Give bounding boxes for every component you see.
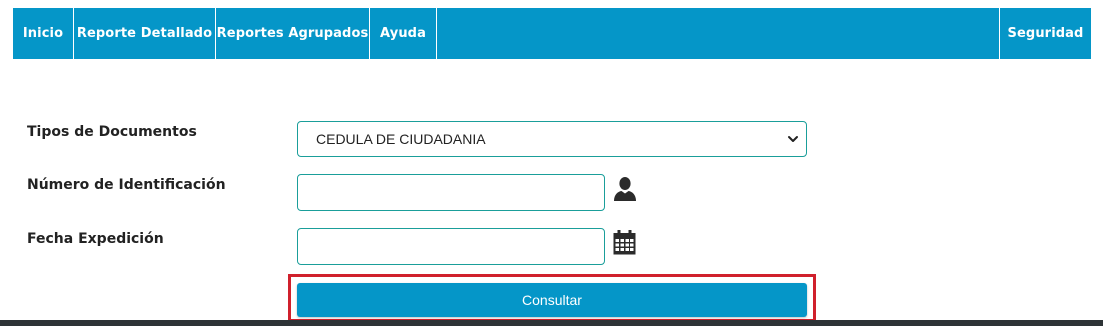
doc-type-selected-value: CEDULA DE CIUDADANIA: [316, 131, 486, 147]
nav-item-inicio[interactable]: Inicio: [13, 8, 74, 59]
main-navbar: Inicio Reporte Detallado Reportes Agrupa…: [13, 8, 1091, 59]
chevron-down-icon: [788, 136, 798, 142]
nav-item-seguridad[interactable]: Seguridad: [1000, 8, 1091, 59]
doc-type-select[interactable]: CEDULA DE CIUDADANIA: [297, 121, 807, 157]
id-number-label: Número de Identificación: [27, 177, 226, 193]
nav-item-reportes-agrupados[interactable]: Reportes Agrupados: [216, 8, 370, 59]
doc-type-label: Tipos de Documentos: [27, 124, 197, 140]
nav-item-reporte-detallado[interactable]: Reporte Detallado: [74, 8, 216, 59]
nav-spacer: [437, 8, 1000, 59]
footer-bar: [0, 320, 1103, 326]
id-number-input[interactable]: [297, 174, 605, 211]
top-strip: [0, 0, 1103, 8]
consultar-button[interactable]: Consultar: [297, 283, 807, 317]
user-icon: [614, 177, 636, 201]
calendar-icon[interactable]: [613, 230, 636, 255]
nav-item-ayuda[interactable]: Ayuda: [370, 8, 437, 59]
expedition-date-input[interactable]: [297, 228, 605, 265]
expedition-date-label: Fecha Expedición: [27, 231, 164, 247]
